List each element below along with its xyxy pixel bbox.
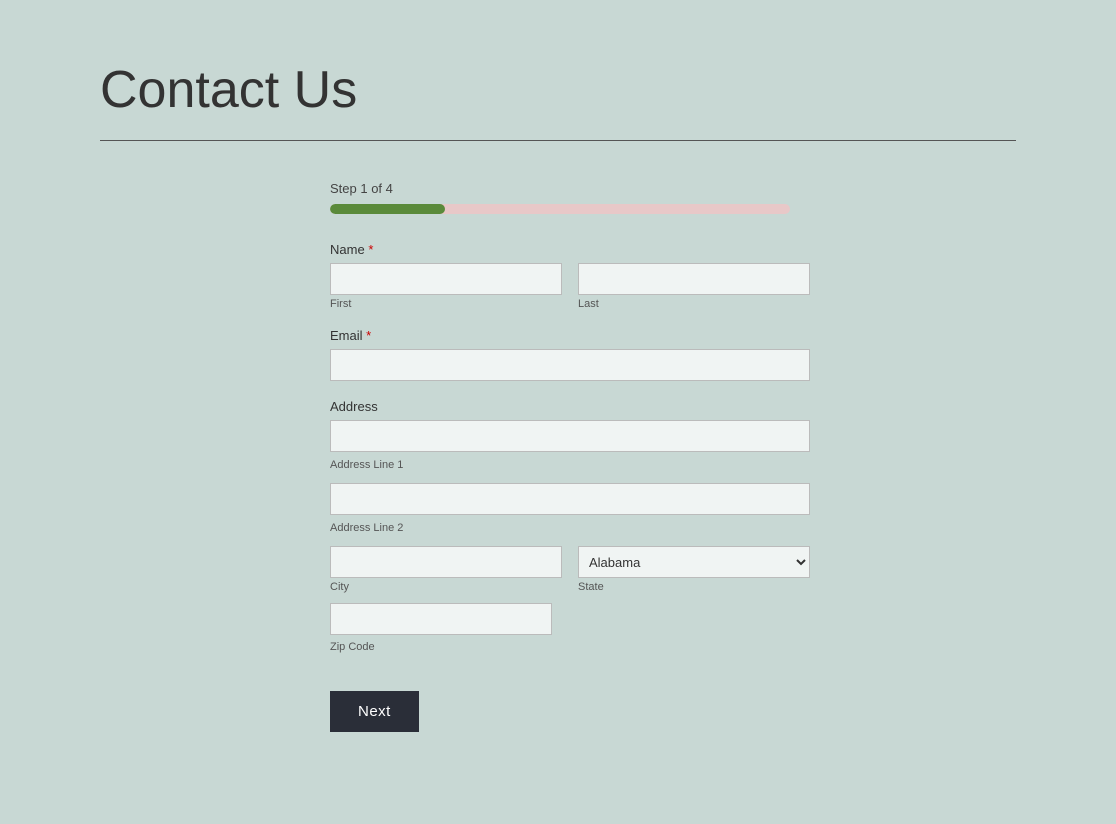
address-line1-label: Address Line 1 — [330, 459, 403, 471]
zip-input[interactable] — [330, 603, 552, 635]
address-line2-input[interactable] — [330, 483, 810, 515]
name-field-group: Name * First Last — [330, 242, 810, 310]
city-col: City — [330, 546, 562, 593]
last-name-input[interactable] — [578, 263, 810, 295]
step-label: Step 1 of 4 — [330, 181, 810, 196]
email-field-group: Email * — [330, 328, 810, 381]
address-field-group: Address Address Line 1 Address Line 2 Ci… — [330, 399, 810, 653]
progress-bar-track — [330, 204, 790, 214]
email-required-marker: * — [366, 328, 371, 343]
address-line1-input[interactable] — [330, 420, 810, 452]
name-label: Name * — [330, 242, 810, 257]
email-input[interactable] — [330, 349, 810, 381]
next-button[interactable]: Next — [330, 691, 419, 732]
page-title: Contact Us — [100, 60, 1016, 120]
city-label: City — [330, 581, 562, 593]
zip-col: Zip Code — [330, 603, 552, 653]
first-name-label: First — [330, 298, 562, 310]
form-container: Step 1 of 4 Name * First Last — [330, 181, 810, 732]
zip-label: Zip Code — [330, 641, 552, 653]
state-label: State — [578, 581, 810, 593]
email-label: Email * — [330, 328, 810, 343]
page-container: Contact Us Step 1 of 4 Name * First Last — [0, 0, 1116, 792]
city-input[interactable] — [330, 546, 562, 578]
first-name-input[interactable] — [330, 263, 562, 295]
last-name-label: Last — [578, 298, 810, 310]
state-col: Alabama Alaska Arizona Arkansas Californ… — [578, 546, 810, 593]
name-required-marker: * — [368, 242, 373, 257]
last-name-col: Last — [578, 263, 810, 310]
city-state-row: City Alabama Alaska Arizona Arkansas Cal… — [330, 546, 810, 593]
progress-bar-fill — [330, 204, 445, 214]
address-label: Address — [330, 399, 810, 414]
first-name-col: First — [330, 263, 562, 310]
page-divider — [100, 140, 1016, 141]
name-row: First Last — [330, 263, 810, 310]
address-line2-label: Address Line 2 — [330, 522, 403, 534]
state-select[interactable]: Alabama Alaska Arizona Arkansas Californ… — [578, 546, 810, 578]
